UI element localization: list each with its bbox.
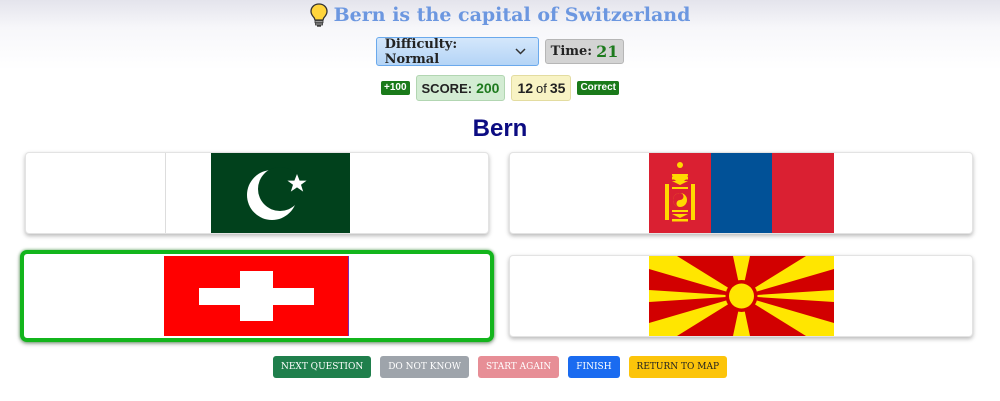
start-again-button[interactable]: START AGAIN [478, 356, 560, 378]
score-box: SCORE: 200 [415, 75, 506, 101]
pakistan-flag-icon [165, 153, 350, 233]
do-not-know-button[interactable]: DO NOT KNOW [380, 356, 470, 378]
time-label: Time: [550, 44, 593, 59]
switzerland-flag-icon [164, 256, 349, 336]
difficulty-label: Difficulty: Normal [384, 36, 458, 67]
score-label: SCORE: [421, 80, 473, 96]
bonus-badge: +100 [380, 81, 410, 95]
answer-option-mongolia[interactable] [509, 152, 973, 234]
progress-counter: 12 of 35 [511, 75, 572, 101]
return-to-map-button[interactable]: RETURN TO MAP [628, 356, 728, 378]
score-value: 200 [476, 80, 500, 96]
answer-option-pakistan[interactable] [25, 152, 489, 234]
progress-total: 35 [549, 80, 566, 96]
north-macedonia-flag-icon [649, 256, 834, 336]
hint-banner: Bern is the capital of Switzerland [0, 3, 1000, 27]
mongolia-flag-icon [649, 153, 834, 233]
timer: Time: 21 [544, 39, 625, 64]
time-value: 21 [596, 42, 619, 61]
answer-option-north-macedonia[interactable] [509, 255, 973, 337]
lightbulb-icon [309, 3, 328, 27]
controls-row: Difficulty: Normal Time: 21 [0, 36, 1000, 67]
progress-of: of [536, 80, 547, 96]
next-question-button[interactable]: NEXT QUESTION [272, 356, 372, 378]
stats-row: +100 SCORE: 200 12 of 35 Correct [0, 75, 1000, 101]
answer-option-switzerland[interactable] [20, 250, 494, 342]
finish-button[interactable]: FINISH [568, 356, 620, 378]
action-buttons: NEXT QUESTION DO NOT KNOW START AGAIN FI… [0, 356, 1000, 378]
question-title: Bern [472, 115, 528, 142]
result-badge: Correct [577, 81, 620, 95]
difficulty-select[interactable]: Difficulty: Normal [375, 36, 539, 67]
chevron-down-icon [515, 44, 526, 59]
hint-text: Bern is the capital of Switzerland [333, 4, 691, 26]
progress-current: 12 [517, 80, 534, 96]
